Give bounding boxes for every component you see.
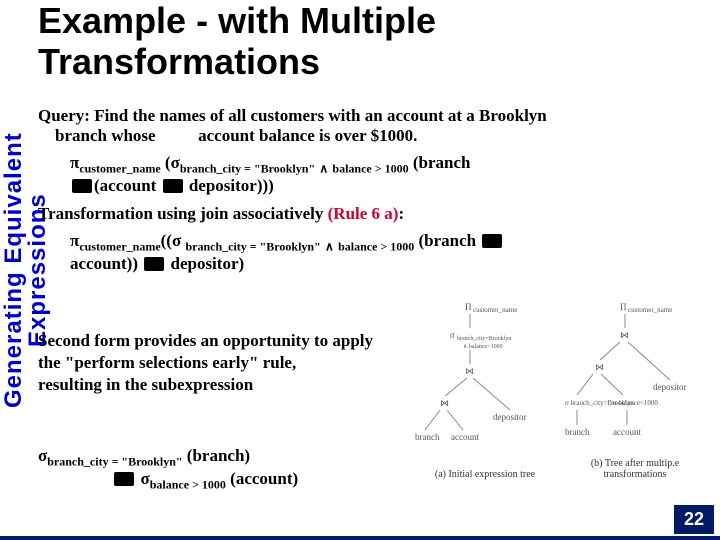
sub1-rel: (branch) [187,446,250,465]
sub2-rel: (account) [230,469,298,488]
join-icon: ⋈ [114,472,134,486]
query-line: Query: Find the names of all customers w… [38,106,708,147]
join-icon: ⋈ [163,179,183,193]
fig-pi-sub: customer_name [628,306,672,314]
pi-sub: customer_name [79,239,160,253]
sub1: branch_city = "Brooklyn" [47,454,182,468]
figure-b-caption: (b) Tree after multip.e transformations [565,458,705,480]
cond2: balance > 1000 [332,161,408,175]
fig-join: ⋈ [465,366,474,376]
fig-join: ⋈ [620,330,629,340]
fig-branch: branch [565,427,590,437]
fig-depositor: depositor [493,412,527,422]
cond2: balance > 1000 [338,239,414,253]
sigma-icon: σ [172,231,181,250]
fig-sigma-sub2: ∧ balance<1000 [463,344,503,350]
sigma-icon: σ [141,469,150,488]
and-icon: ∧ [319,161,328,175]
page-number: 22 [674,505,714,534]
sub2: balance > 1000 [150,478,226,492]
fig-pi: Π [465,302,472,312]
sigma-icon: σ [171,153,180,172]
query-text1: Find the names of all customers with an … [94,106,547,125]
join-icon: ⋈ [72,179,92,193]
fig-branch: branch [415,432,440,442]
figure-a-caption: (a) Initial expression tree [415,469,555,480]
rule-ref: (Rule 6 a) [328,204,399,223]
pi-icon: π [70,231,79,250]
figure-a: Π customer_name σ branch_city=Brooklyn ∧… [415,300,555,480]
sigma-sub: branch_city = "Brooklyn" [185,239,320,253]
lower-l2: the "perform selections early" rule, [38,353,296,372]
expression-2: πcustomer_name((σ branch_city = "Brookly… [70,231,708,274]
transform-line: Transformation using join associatively … [38,204,708,224]
expression-tree-figure: Π customer_name σ branch_city=Brooklyn ∧… [415,300,710,480]
sigma-icon: σ [38,446,47,465]
fig-account: account [451,432,479,442]
fig-pi-sub: customer_name [473,306,517,314]
expression-1: πcustomer_name (σbranch_city = "Brooklyn… [70,153,708,196]
colon: : [398,204,404,223]
and-icon: ∧ [325,239,334,253]
lower-l3: resulting in the subexpression [38,375,253,394]
pi-icon: π [70,153,79,172]
slide-title: Example - with Multiple Transformations [38,0,720,83]
fig-account: account [613,427,641,437]
rel-account: account)) [70,254,138,273]
sigma-sub: branch_city = "Brooklyn" [180,161,315,175]
fig-sigma: σ [450,330,455,340]
fig-join2: ⋈ [440,398,449,408]
transform-text: Transformation using join associatively [38,204,323,223]
fig-depositor: depositor [653,382,687,392]
lower-l1: Second form provides an opportunity to a… [38,331,373,350]
rel-account: (account [94,176,156,195]
footer-stripe [0,536,720,540]
rel-depositor: depositor) [170,254,244,273]
fig-sig-b: σ balance<1000 [613,399,658,407]
sidebar-label: Generating Equivalent Expressions [2,130,32,410]
join-icon: ⋈ [144,257,164,271]
rel-depositor: depositor))) [189,176,274,195]
fig-pi: Π [620,302,627,312]
figure-b: Π customer_name ⋈ ⋈ depositor σ branch_c… [565,300,705,480]
rel-branch: (branch [418,231,476,250]
rel-branch: (branch [413,153,471,172]
subexpressions: σbranch_city = "Brooklyn" (branch) ⋈ σba… [38,446,298,493]
query-prefix: Query: [38,106,90,125]
fig-join2: ⋈ [595,362,604,372]
fig-sigma-sub: branch_city=Brooklyn [457,336,511,342]
lower-paragraph: Second form provides an opportunity to a… [38,330,418,396]
join-icon: ⋈ [482,234,502,248]
query-text2: branch whose [55,126,156,145]
pi-sub: customer_name [79,161,160,175]
query-text3: account balance is over $1000. [198,126,417,145]
